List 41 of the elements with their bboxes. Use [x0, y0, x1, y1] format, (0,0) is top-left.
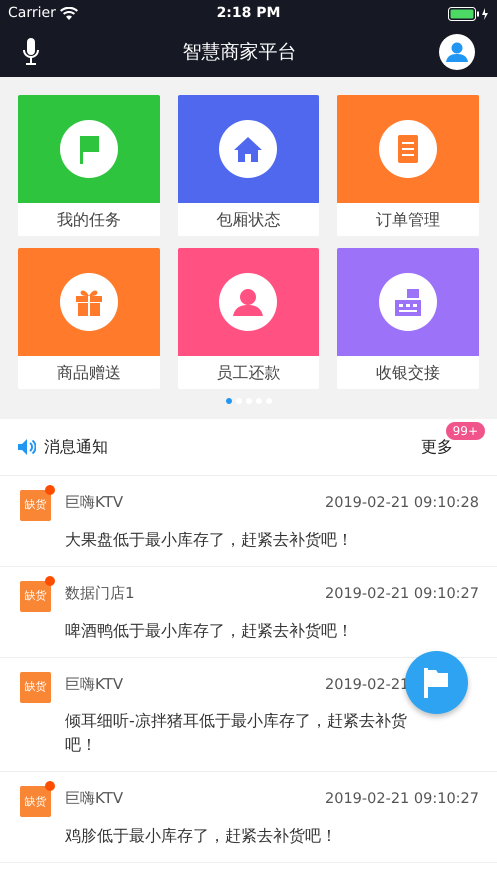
notice-time: 2019-02-21 09:10:27	[325, 791, 479, 808]
stock-tag: 缺货	[20, 786, 51, 818]
notice-message: 啤酒鸭低于最小库存了，赶紧去补货吧！	[65, 620, 354, 642]
stock-tag: 缺货	[20, 490, 51, 521]
menu-tile[interactable]: 商品赠送	[18, 248, 160, 389]
menu-tile[interactable]: 我的任务	[18, 95, 160, 236]
microphone-icon[interactable]	[22, 38, 40, 66]
speaker-icon	[18, 438, 36, 456]
store-name: 巨嗨KTV	[65, 788, 124, 810]
notice-message: 倾耳细听-凉拌猪耳低于最小库存了，赶紧去补货吧！	[65, 710, 408, 756]
section-title: 消息通知	[44, 436, 108, 458]
person-icon	[219, 273, 278, 331]
cash-register-icon	[379, 273, 438, 331]
menu-tile[interactable]: 员工还款	[178, 248, 320, 389]
person-icon	[446, 41, 468, 63]
store-name: 数据门店1	[65, 582, 135, 604]
menu-tile[interactable]: 收银交接	[337, 248, 479, 389]
flag-icon	[424, 668, 450, 698]
house-icon	[219, 120, 278, 178]
store-name: 巨嗨KTV	[65, 674, 124, 695]
flag-icon	[60, 120, 118, 178]
avatar-button[interactable]	[439, 34, 475, 70]
notice-message: 大果盘低于最小库存了，赶紧去补货吧！	[65, 528, 354, 551]
app-title: 智慧商家平台	[182, 40, 296, 65]
count-badge: 99+	[446, 422, 485, 440]
notice-time: 2019-02-21 09:10:27	[325, 586, 479, 602]
stock-tag: 缺货	[20, 672, 51, 702]
notice-message: 鸡胗低于最小库存了，赶紧去补货吧！	[65, 825, 338, 847]
battery-icon	[448, 6, 490, 20]
flag-button[interactable]	[405, 651, 468, 714]
carrier-name: Carrier	[8, 4, 56, 23]
document-icon	[379, 120, 438, 178]
menu-tile[interactable]: 订单管理	[337, 95, 479, 236]
notice-time: 2019-02-21 09:10:28	[325, 495, 479, 511]
store-name: 巨嗨KTV	[65, 492, 124, 514]
gift-icon	[60, 273, 118, 331]
status-time: 2:18 PM	[216, 4, 280, 23]
page-dot[interactable]	[226, 398, 232, 404]
menu-tile[interactable]: 包厢状态	[178, 95, 320, 236]
wifi-icon	[60, 7, 78, 20]
stock-tag: 缺货	[20, 580, 51, 612]
